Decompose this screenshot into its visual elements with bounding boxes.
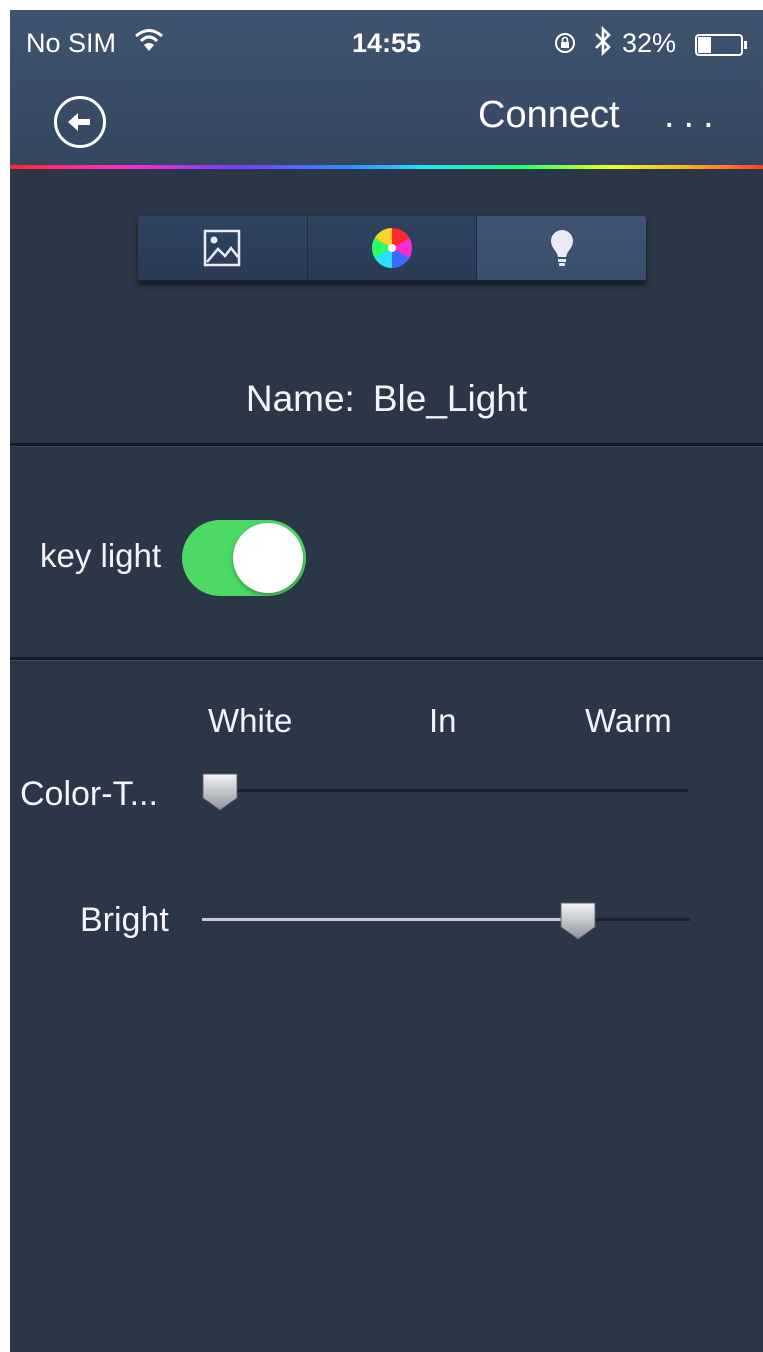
section-divider (10, 443, 763, 447)
rainbow-accent-line (10, 165, 763, 169)
mode-segmented-control (138, 216, 646, 282)
battery-icon (695, 32, 749, 56)
tab-light-bulb[interactable] (476, 216, 646, 280)
device-name-value: Ble_Light (372, 378, 528, 419)
color-wheel-icon (372, 228, 412, 268)
toggle-knob (233, 523, 303, 593)
back-arrow-icon (68, 113, 90, 131)
color-temp-thumb[interactable] (200, 772, 240, 812)
picture-icon (204, 229, 241, 267)
navigation-bar: No SIM 14:55 32% Connect ... (10, 10, 763, 167)
scale-label-white: White (208, 702, 293, 739)
status-bar: No SIM 14:55 32% (10, 10, 763, 74)
scale-label-in: In (429, 702, 457, 739)
scale-label-warm: Warm (585, 702, 672, 739)
bright-slider[interactable] (202, 902, 690, 940)
key-light-toggle[interactable] (182, 520, 306, 596)
more-menu-button[interactable]: ... (664, 94, 723, 137)
rotation-lock-icon (554, 30, 576, 53)
bluetooth-icon (593, 25, 613, 57)
back-button[interactable] (54, 96, 106, 148)
device-name-row: Name: Ble_Light (10, 378, 763, 420)
tab-color-wheel[interactable] (306, 216, 477, 280)
phone-screen: No SIM 14:55 32% Connect ... Name: Ble_L… (10, 10, 763, 1352)
section-divider (10, 657, 763, 661)
battery-percent: 32% (622, 28, 677, 58)
bright-label: Bright (80, 901, 169, 939)
key-light-label: key light (40, 537, 162, 574)
color-temp-label: Color-T... (20, 775, 158, 813)
bright-fill (202, 918, 578, 921)
device-name-label: Name: (245, 378, 355, 419)
tab-picture[interactable] (138, 216, 307, 280)
connect-button[interactable]: Connect (478, 94, 620, 137)
light-bulb-icon (550, 230, 573, 266)
bright-thumb[interactable] (558, 901, 598, 941)
color-temp-slider[interactable] (202, 773, 688, 811)
